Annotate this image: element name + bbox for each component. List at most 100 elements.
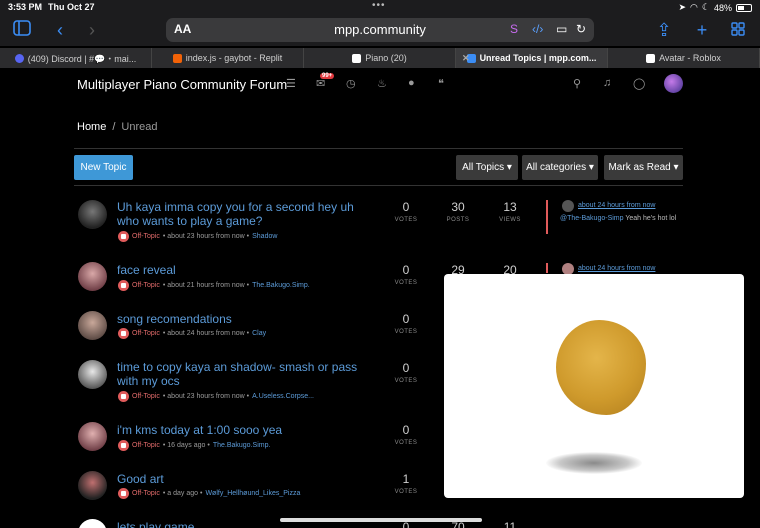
last-post-time[interactable]: about 24 hours from now — [578, 265, 655, 272]
multitask-dots[interactable]: ••• — [372, 0, 386, 11]
chat-icon[interactable]: ◯ — [633, 77, 645, 90]
all-topics-dropdown[interactable]: All Topics ▾ — [456, 155, 518, 180]
votes-label: VOTES — [394, 378, 418, 384]
topic-title[interactable]: song recomendations — [117, 312, 377, 326]
topic-time: • about 23 hours from now • — [162, 393, 250, 400]
topic-category[interactable]: Off-Topic — [132, 393, 160, 400]
topic-avatar[interactable] — [78, 519, 107, 528]
category-icon — [118, 488, 129, 499]
divider — [74, 185, 683, 186]
notifications-icon[interactable]: ♫ — [603, 77, 611, 89]
topic-title[interactable]: Uh kaya imma copy you for a second hey u… — [117, 200, 377, 228]
topic-avatar[interactable] — [78, 262, 107, 291]
topic-title[interactable]: time to copy kaya an shadow- smash or pa… — [117, 360, 377, 388]
topic-avatar[interactable] — [78, 200, 107, 229]
topic-author[interactable]: Wølfy_Hellhøund_Likes_Pizza — [205, 490, 300, 497]
chats-icon[interactable]: ❝ — [438, 77, 444, 90]
category-icon — [118, 328, 129, 339]
reader-icon[interactable]: ▭ — [556, 22, 567, 36]
tab-piano[interactable]: Piano (20) — [304, 48, 456, 68]
topic-author[interactable]: The.Bakugo.Simp. — [252, 282, 310, 289]
close-tab-icon[interactable]: ✕ — [462, 53, 470, 64]
mark-as-read-dropdown[interactable]: Mark as Read ▾ — [604, 155, 683, 180]
votes-stat: 0 VOTES — [386, 263, 426, 286]
unread-badge: 99+ — [320, 73, 335, 79]
topic-title[interactable]: face reveal — [117, 263, 377, 277]
user-avatar[interactable] — [664, 74, 683, 93]
forward-icon[interactable]: › — [80, 18, 104, 42]
votes-stat: 0 VOTES — [386, 312, 426, 335]
replit-icon — [172, 53, 182, 63]
status-bar: 3:53 PM Thu Oct 27 ••• ➤ ◠ ☾ 48% — [0, 0, 760, 14]
topic-avatar[interactable] — [78, 360, 107, 389]
topic-avatar[interactable] — [78, 422, 107, 451]
topic-author[interactable]: The.Bakugo.Simp. — [213, 442, 271, 449]
battery-icon — [736, 3, 752, 12]
topic-time: • a day ago • — [162, 490, 203, 497]
search-icon[interactable]: ⚲ — [573, 77, 581, 90]
topic-time: • 16 days ago • — [162, 442, 210, 449]
wifi-icon: ◠ — [690, 2, 698, 12]
votes-stat: 1 VOTES — [386, 472, 426, 495]
reload-icon[interactable]: ↻ — [576, 22, 586, 36]
tab-unread-topics[interactable]: ✕ Unread Topics | mpp.com... — [456, 48, 608, 68]
votes-label: VOTES — [394, 217, 418, 223]
home-indicator[interactable] — [280, 518, 482, 522]
topic-author[interactable]: A.Useless.Corpse... — [252, 393, 314, 400]
votes-label: VOTES — [394, 280, 418, 286]
views-count: 13 — [503, 200, 517, 214]
piano-icon — [352, 53, 362, 63]
recent-icon[interactable]: ◷ — [346, 77, 356, 90]
category-icon — [118, 440, 129, 451]
status-date: Thu Oct 27 — [48, 2, 95, 12]
votes-stat: 0 VOTES — [386, 361, 426, 384]
mention-link[interactable]: @The-Bakugo-Simp — [560, 215, 624, 222]
topic-meta: Off-Topic • a day ago • Wølfy_Hellhøund_… — [118, 488, 300, 499]
topic-category[interactable]: Off-Topic — [132, 442, 160, 449]
last-post-time[interactable]: about 24 hours from now — [578, 202, 655, 209]
breadcrumb-separator: / — [112, 121, 116, 133]
last-post-avatar[interactable] — [562, 200, 574, 212]
categories-icon[interactable]: ☰ — [286, 77, 296, 90]
address-bar[interactable]: AA mpp.community S ‹/› ▭ ↻ — [166, 18, 594, 42]
all-categories-dropdown[interactable]: All categories ▾ — [522, 155, 598, 180]
topic-avatar[interactable] — [78, 311, 107, 340]
breadcrumb: Home / Unread — [77, 121, 157, 133]
popular-icon[interactable]: ♨ — [377, 77, 387, 90]
tab-roblox[interactable]: Avatar - Roblox — [608, 48, 760, 68]
extension-icon[interactable]: S — [510, 22, 518, 36]
topic-category[interactable]: Off-Topic — [132, 490, 160, 497]
tab-replit[interactable]: index.js - gaybot - Replit — [152, 48, 304, 68]
forum-header: Multiplayer Piano Community Forum ☰ ✉ 99… — [0, 68, 760, 102]
divider — [74, 148, 683, 149]
new-tab-icon[interactable]: + — [690, 18, 714, 42]
code-icon[interactable]: ‹/› — [532, 22, 543, 36]
sidebar-icon[interactable] — [10, 18, 34, 42]
views-count: 11 — [503, 520, 517, 528]
breadcrumb-home[interactable]: Home — [77, 121, 106, 133]
back-icon[interactable]: ‹ — [48, 18, 72, 42]
votes-count: 0 — [402, 263, 410, 277]
tab-overview-icon[interactable] — [726, 18, 750, 42]
topic-title[interactable]: Good art — [117, 472, 377, 486]
battery-percent: 48% — [713, 2, 732, 13]
nugget-shadow — [546, 452, 642, 474]
forum-title[interactable]: Multiplayer Piano Community Forum — [77, 77, 287, 92]
votes-count: 0 — [402, 423, 410, 437]
topic-avatar[interactable] — [78, 471, 107, 500]
new-topic-button[interactable]: New Topic — [74, 155, 133, 180]
topic-author[interactable]: Clay — [252, 330, 266, 337]
tab-discord[interactable]: (409) Discord | #💬・mai... — [0, 48, 152, 68]
topic-category[interactable]: Off-Topic — [132, 233, 160, 240]
url-text[interactable]: mpp.community — [166, 22, 594, 37]
topic-author[interactable]: Shadow — [252, 233, 277, 240]
topic-category[interactable]: Off-Topic — [132, 282, 160, 289]
votes-label: VOTES — [394, 489, 418, 495]
category-bar — [546, 263, 548, 273]
topic-category[interactable]: Off-Topic — [132, 330, 160, 337]
share-icon[interactable]: ⇪ — [652, 18, 676, 42]
users-icon[interactable]: ● — [408, 77, 415, 89]
topic-title[interactable]: i'm kms today at 1:00 sooo yea — [117, 423, 377, 437]
status-right: ➤ ◠ ☾ 48% — [679, 2, 752, 13]
topic-meta: Off-Topic • about 23 hours from now • Sh… — [118, 231, 277, 242]
